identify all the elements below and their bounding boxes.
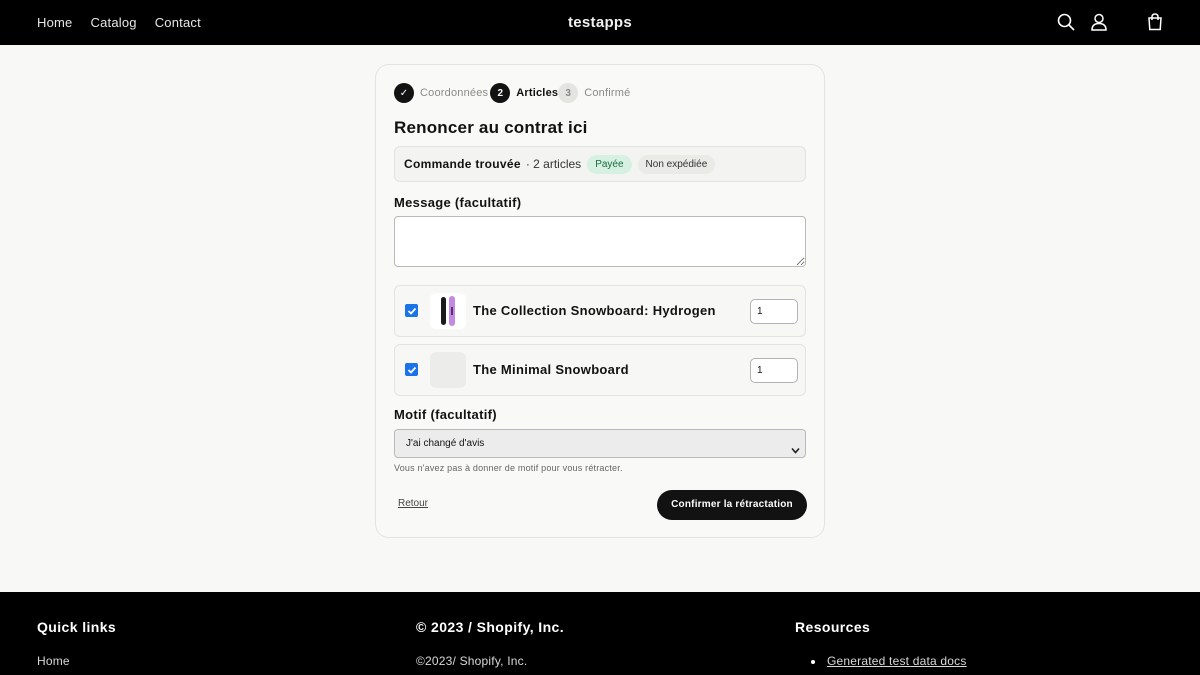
- footer-copyright: © 2023 / Shopify, Inc. ©2023/ Shopify, I…: [416, 619, 564, 668]
- step-1-label: Coordonnées: [420, 87, 489, 99]
- main-nav: Home Catalog Contact: [37, 0, 201, 45]
- item-name: The Minimal Snowboard: [473, 362, 629, 377]
- cart-icon[interactable]: [1145, 12, 1165, 32]
- order-summary: Commande trouvée · 2 articles Payée Non …: [394, 146, 806, 182]
- nav-link-home[interactable]: Home: [37, 15, 72, 30]
- item-checkbox[interactable]: [405, 363, 418, 376]
- product-placeholder-thumbnail: [430, 352, 466, 388]
- order-found-label: Commande trouvée: [404, 157, 521, 171]
- progress-steps: ✓ Coordonnées 2 Articles 3 Confirmé: [394, 83, 630, 103]
- step-2-label: Articles: [516, 87, 559, 99]
- snowboard-thumbnail: [430, 293, 466, 329]
- quantity-input[interactable]: 1: [750, 358, 798, 383]
- generated-test-data-docs-link[interactable]: Generated test data docs: [827, 654, 967, 668]
- site-header: Home Catalog Contact testapps: [0, 0, 1200, 45]
- item-checkbox[interactable]: [405, 304, 418, 317]
- step-1-done-icon: ✓: [394, 83, 414, 103]
- message-label: Message (facultatif): [394, 195, 522, 210]
- step-3-label: Confirmé: [584, 87, 631, 99]
- paid-status-badge: Payée: [587, 154, 632, 174]
- line-item: The Collection Snowboard: Hydrogen 1: [394, 285, 806, 337]
- chevron-down-icon: [791, 439, 800, 454]
- account-icon[interactable]: [1089, 12, 1109, 32]
- item-name: The Collection Snowboard: Hydrogen: [473, 303, 716, 318]
- footer-quick-links: Quick links Home: [37, 619, 116, 668]
- footer-link-home[interactable]: Home: [37, 654, 116, 668]
- copyright-heading: © 2023 / Shopify, Inc.: [416, 619, 565, 635]
- page-title: Renoncer au contrat ici: [394, 118, 588, 137]
- retraction-card: ✓ Coordonnées 2 Articles 3 Confirmé Reno…: [375, 64, 825, 538]
- copyright-text: ©2023/ Shopify, Inc.: [416, 654, 528, 668]
- shipping-status-badge: Non expédiée: [637, 154, 716, 174]
- footer-resources: Resources Generated test data docs: [795, 619, 967, 668]
- resources-heading: Resources: [795, 619, 871, 635]
- line-item: The Minimal Snowboard 1: [394, 344, 806, 396]
- order-item-count: · 2 articles: [525, 157, 582, 171]
- site-footer: Quick links Home © 2023 / Shopify, Inc. …: [0, 592, 1200, 675]
- search-icon[interactable]: [1056, 12, 1076, 32]
- message-textarea[interactable]: [394, 216, 806, 267]
- back-link[interactable]: Retour: [398, 498, 428, 509]
- reason-selected-value: J'ai changé d'avis: [406, 438, 485, 449]
- nav-link-contact[interactable]: Contact: [155, 15, 201, 30]
- nav-link-catalog[interactable]: Catalog: [90, 15, 136, 30]
- confirm-retraction-button[interactable]: Confirmer la rétractation: [657, 490, 807, 520]
- reason-label: Motif (facultatif): [394, 407, 497, 422]
- quick-links-heading: Quick links: [37, 619, 117, 635]
- reason-hint: Vous n'avez pas à donner de motif pour v…: [394, 463, 623, 473]
- bullet-icon: [811, 659, 815, 664]
- step-2-marker: 2: [490, 83, 511, 103]
- step-3-marker: 3: [558, 83, 579, 103]
- reason-select[interactable]: J'ai changé d'avis: [394, 429, 806, 458]
- quantity-input[interactable]: 1: [750, 299, 798, 324]
- resources-list: Generated test data docs: [795, 654, 967, 668]
